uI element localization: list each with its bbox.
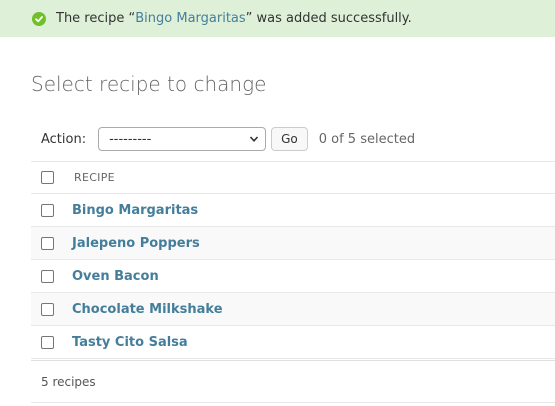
select-all-checkbox[interactable]: [41, 171, 54, 184]
recipe-link[interactable]: Jalepeno Poppers: [72, 236, 200, 251]
result-count: 5 recipes: [41, 374, 96, 389]
chevron-down-icon: [250, 136, 259, 142]
actions-bar: Action: --------- Go 0 of 5 selected: [41, 125, 415, 153]
row-checkbox[interactable]: [41, 203, 54, 217]
table-row: Oven Bacon: [31, 260, 555, 293]
table-row: Tasty Cito Salsa: [31, 326, 555, 359]
row-checkbox[interactable]: [41, 269, 54, 283]
row-checkbox[interactable]: [41, 335, 54, 349]
table-row: Jalepeno Poppers: [31, 227, 555, 260]
results-table: RECIPE Bingo Margaritas Jalepeno Poppers…: [31, 161, 555, 359]
table-header: RECIPE: [31, 161, 555, 194]
selection-counter: 0 of 5 selected: [318, 131, 416, 147]
check-circle-icon: [32, 11, 46, 26]
row-checkbox[interactable]: [41, 302, 54, 316]
recipe-link[interactable]: Chocolate Milkshake: [72, 302, 223, 317]
page-title: Select recipe to change: [31, 72, 267, 96]
recipe-link[interactable]: Tasty Cito Salsa: [72, 335, 188, 350]
success-text-prefix: The recipe “: [56, 11, 136, 26]
recipe-link[interactable]: Bingo Margaritas: [72, 203, 198, 218]
success-recipe-link[interactable]: Bingo Margaritas: [135, 11, 245, 26]
recipe-link[interactable]: Oven Bacon: [72, 269, 159, 284]
table-row: Bingo Margaritas: [31, 194, 555, 227]
row-checkbox[interactable]: [41, 236, 54, 250]
success-text-suffix: ” was added successfully.: [245, 11, 412, 26]
action-label: Action:: [41, 131, 87, 147]
paginator: 5 recipes: [31, 360, 555, 403]
action-select[interactable]: ---------: [98, 127, 267, 151]
table-row: Chocolate Milkshake: [31, 293, 555, 326]
column-header-recipe[interactable]: RECIPE: [74, 171, 115, 184]
go-button[interactable]: Go: [271, 127, 308, 151]
success-message: The recipe “Bingo Margaritas” was added …: [0, 0, 555, 37]
action-select-value: ---------: [109, 131, 152, 147]
